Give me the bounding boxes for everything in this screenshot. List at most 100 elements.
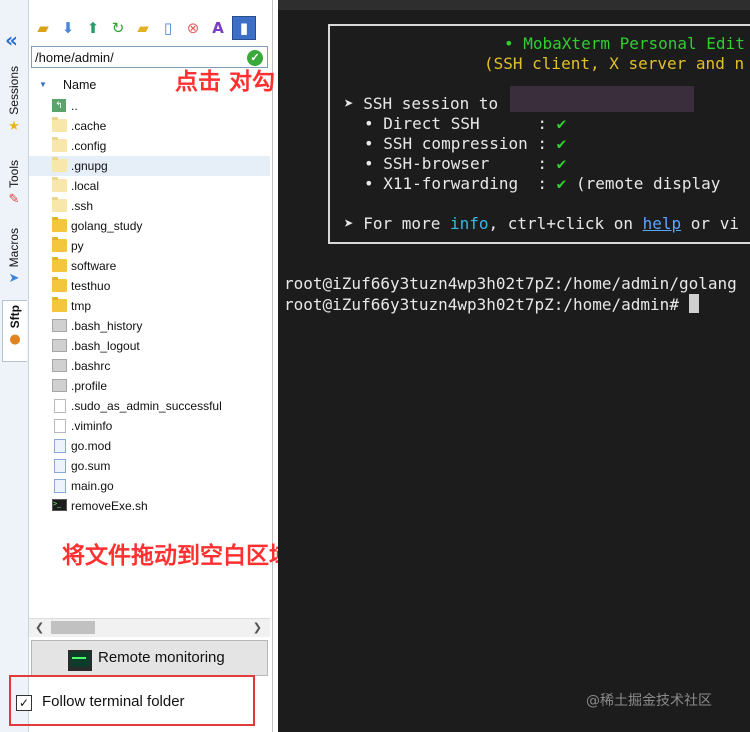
annotation-drag-files: 将文件拖动到空白区域 <box>62 543 292 569</box>
tools-icon: ✎ <box>8 192 20 208</box>
list-item[interactable]: .bash_logout <box>29 336 270 356</box>
list-item[interactable]: go.sum <box>29 456 270 476</box>
list-item[interactable]: ↰.. <box>29 96 270 116</box>
list-item[interactable]: go.mod <box>29 436 270 456</box>
highlight-box <box>9 675 255 726</box>
refresh-icon[interactable]: ↻ <box>107 17 129 39</box>
list-item[interactable]: main.go <box>29 476 270 496</box>
feature-label: • SSH-browser : <box>364 154 548 173</box>
feature-label: • X11-forwarding : <box>364 174 548 193</box>
file-name: .sudo_as_admin_successful <box>71 399 222 413</box>
permissions-icon[interactable]: ▮ <box>232 16 256 40</box>
check-icon: ✔ <box>556 114 567 133</box>
new-folder-icon[interactable]: ▰ <box>132 17 154 39</box>
file-list: ↰.. .cache .config .gnupg .local .ssh go… <box>29 96 270 516</box>
file-name: main.go <box>71 479 114 493</box>
folder-icon <box>52 257 67 272</box>
check-icon: ✔ <box>556 154 567 173</box>
list-item[interactable]: tmp <box>29 296 270 316</box>
help-link[interactable]: help <box>643 214 682 233</box>
list-item[interactable]: py <box>29 236 270 256</box>
more-info-suffix: or vi <box>681 214 739 233</box>
terminal-cursor <box>688 294 699 313</box>
list-item[interactable]: software <box>29 256 270 276</box>
sftp-panel: ▰ ⬇ ⬆ ↻ ▰ ▯ ⊗ A ▮ /home/admin/ ✓ ▼ Name … <box>29 0 273 732</box>
folder-up-icon[interactable]: ▰ <box>32 17 54 39</box>
file-name: py <box>71 239 84 253</box>
list-item[interactable]: .viminfo <box>29 416 270 436</box>
terminal[interactable]: • MobaXterm Personal Edit (SSH client, X… <box>278 0 750 732</box>
watermark: @稀土掘金技术社区 <box>586 693 712 709</box>
list-item[interactable]: golang_study <box>29 216 270 236</box>
tab-sftp[interactable]: Sftp ● <box>2 300 27 362</box>
list-item[interactable]: testhuo <box>29 276 270 296</box>
folder-icon <box>52 277 67 292</box>
folder-icon <box>52 117 67 132</box>
folder-icon <box>52 177 67 192</box>
list-item[interactable]: .bash_history <box>29 316 270 336</box>
scroll-right-icon[interactable]: ❯ <box>253 619 262 637</box>
tab-macros-label: Macros <box>7 228 21 268</box>
terminal-tab-strip <box>278 0 750 10</box>
file-name: .cache <box>71 119 107 133</box>
check-icon: ✔ <box>556 134 567 153</box>
sftp-toolbar: ▰ ⬇ ⬆ ↻ ▰ ▯ ⊗ A ▮ <box>29 12 272 44</box>
terminal-file-icon: >_ <box>52 499 67 511</box>
list-item[interactable]: .config <box>29 136 270 156</box>
folder-icon <box>52 137 67 152</box>
file-name: .profile <box>71 379 108 393</box>
file-icon <box>54 399 66 413</box>
folder-icon <box>52 197 67 212</box>
list-item[interactable]: .ssh <box>29 196 270 216</box>
prompt-line-1: root@iZuf66y3tuzn4wp3h02t7pZ:/home/admin… <box>284 274 737 293</box>
tab-macros[interactable]: Macros ➤ <box>2 228 26 286</box>
scroll-thumb[interactable] <box>51 621 95 634</box>
feature-x11-forwarding: • X11-forwarding : ✔ (remote display <box>364 174 720 193</box>
file-name: software <box>71 259 117 273</box>
folder-icon <box>52 237 67 252</box>
sidebar-rail: « Sessions ★ Tools ✎ Macros ➤ Sftp ● <box>0 0 29 732</box>
list-item[interactable]: .local <box>29 176 270 196</box>
sort-arrow-icon: ▼ <box>39 80 47 89</box>
horizontal-scrollbar[interactable]: ❮ ❯ <box>29 618 270 637</box>
file-name: removeExe.sh <box>71 499 148 513</box>
list-item[interactable]: .bashrc <box>29 356 270 376</box>
file-icon <box>52 319 67 332</box>
list-item[interactable]: >_ removeExe.sh <box>29 496 270 516</box>
text-icon[interactable]: A <box>207 17 229 39</box>
remote-monitoring-button[interactable]: Remote monitoring <box>31 640 268 676</box>
file-name: .viminfo <box>71 419 113 433</box>
file-name: .gnupg <box>71 159 108 173</box>
paper-plane-icon: ➤ <box>8 271 20 287</box>
file-name: .. <box>71 99 78 113</box>
list-item[interactable]: .profile <box>29 376 270 396</box>
annotation-click-check: 点击 对勾 <box>175 69 276 95</box>
more-info-mid: , ctrl+click on <box>488 214 643 233</box>
tab-sftp-label: Sftp <box>8 305 22 329</box>
scroll-left-icon[interactable]: ❮ <box>35 619 44 637</box>
collapse-sidebar-icon[interactable]: « <box>5 28 18 52</box>
file-name: go.sum <box>71 459 111 473</box>
monitor-icon <box>68 650 92 671</box>
list-item[interactable]: .sudo_as_admin_successful <box>29 396 270 416</box>
upload-icon[interactable]: ⬆ <box>82 17 104 39</box>
tab-tools[interactable]: Tools ✎ <box>2 160 26 207</box>
new-file-icon[interactable]: ▯ <box>157 17 179 39</box>
file-name: .ssh <box>71 199 94 213</box>
feature-label: • Direct SSH : <box>364 114 548 133</box>
list-item[interactable]: .cache <box>29 116 270 136</box>
go-file-icon <box>54 459 66 473</box>
tab-sessions-label: Sessions <box>7 66 21 115</box>
tab-sessions[interactable]: Sessions ★ <box>2 66 26 134</box>
file-icon <box>52 359 67 372</box>
more-info-line: ➤ For more info, ctrl+click on help or v… <box>344 214 739 233</box>
delete-icon[interactable]: ⊗ <box>182 17 204 39</box>
check-icon: ✔ <box>556 174 567 193</box>
prompt-text: root@iZuf66y3tuzn4wp3h02t7pZ:/home/admin… <box>284 295 689 314</box>
path-text: /home/admin/ <box>35 50 114 65</box>
download-icon[interactable]: ⬇ <box>57 17 79 39</box>
prompt-line-2: root@iZuf66y3tuzn4wp3h02t7pZ:/home/admin… <box>284 294 699 314</box>
hidden-host-bar <box>510 86 694 112</box>
list-item[interactable]: .gnupg <box>29 156 270 176</box>
star-icon: ★ <box>8 118 20 134</box>
